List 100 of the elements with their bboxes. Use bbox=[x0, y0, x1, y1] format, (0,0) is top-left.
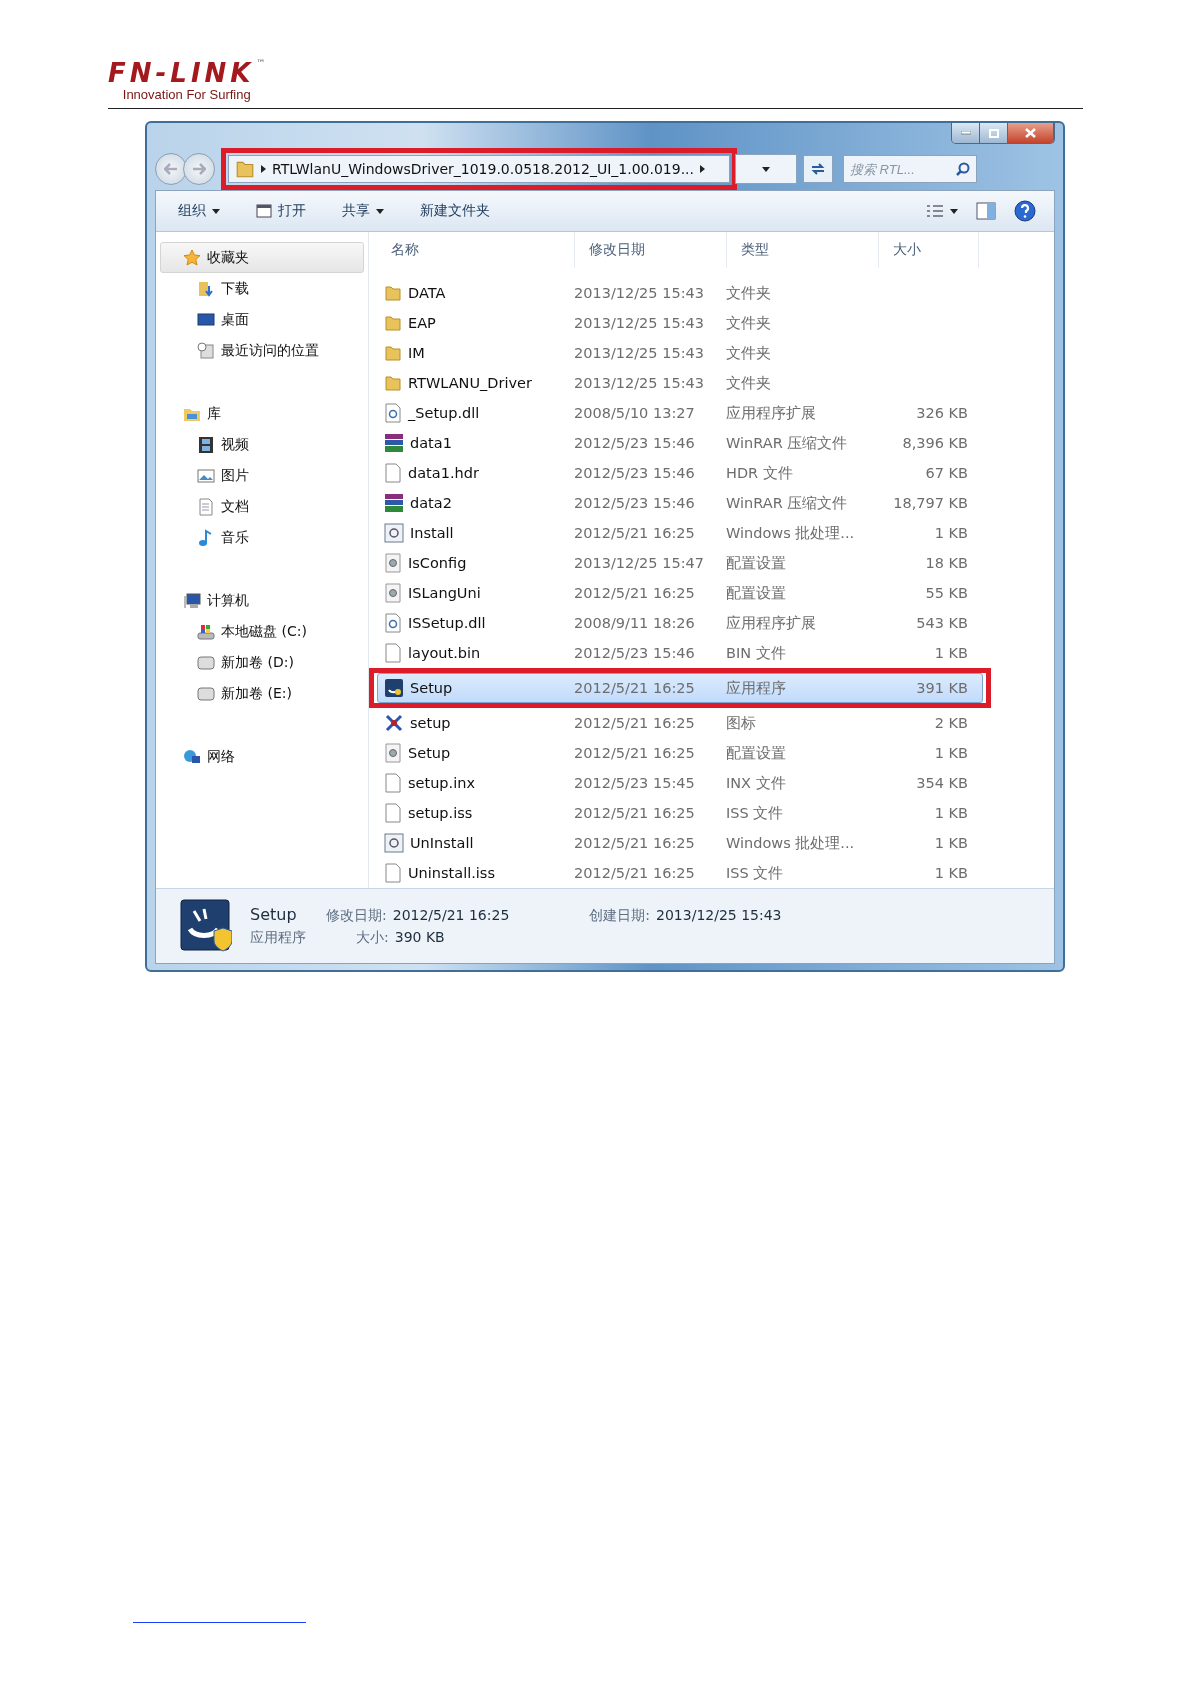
close-button[interactable] bbox=[1008, 123, 1054, 143]
type-cell-text: Windows 批处理... bbox=[725, 833, 856, 853]
nav-item[interactable]: 图片 bbox=[160, 460, 364, 491]
nav-item[interactable]: 视频 bbox=[160, 429, 364, 460]
file-row[interactable]: data1 2012/5/23 15:46 WinRAR 压缩文件 8,396 KB bbox=[377, 428, 977, 458]
download-folder-icon bbox=[197, 279, 215, 298]
file-row[interactable]: IM 2013/12/25 15:43 文件夹 bbox=[377, 338, 977, 368]
type-cell-text: 图标 bbox=[725, 713, 757, 733]
column-header[interactable]: 名称 bbox=[377, 232, 575, 268]
nav-item[interactable]: 文档 bbox=[160, 491, 364, 522]
file-row[interactable]: EAP 2013/12/25 15:43 文件夹 bbox=[377, 308, 977, 338]
date-cell-text: 2012/5/23 15:45 bbox=[573, 775, 696, 791]
size-cell-text: 354 KB bbox=[915, 775, 969, 791]
date-cell-text: 2012/5/21 16:25 bbox=[573, 865, 696, 881]
type-cell-text: 配置设置 bbox=[725, 583, 787, 603]
nav-item[interactable]: 网络 bbox=[160, 741, 364, 772]
nav-item[interactable]: 收藏夹 bbox=[160, 242, 364, 273]
field-value: 2012/5/21 16:25 bbox=[392, 907, 510, 923]
refresh-button[interactable] bbox=[803, 155, 833, 183]
file-row[interactable]: ISSetup.dll 2008/9/11 18:26 应用程序扩展 543 KB bbox=[377, 608, 977, 638]
nav-item[interactable]: 计算机 bbox=[160, 585, 364, 616]
file-name: Setup bbox=[410, 680, 453, 696]
file-type: 应用程序 bbox=[250, 929, 306, 947]
file-icon bbox=[384, 803, 402, 823]
field-label: 大小: bbox=[356, 929, 389, 947]
size-cell-text: 543 KB bbox=[915, 615, 969, 631]
nav-item[interactable]: 新加卷 (E:) bbox=[160, 678, 364, 709]
file-row[interactable]: Setup 2012/5/21 16:25 配置设置 1 KB bbox=[377, 738, 977, 768]
size-cell-text: 391 KB bbox=[915, 680, 969, 696]
toolbar-button[interactable]: 打开 bbox=[252, 200, 310, 222]
date-cell-text: 2012/5/21 16:25 bbox=[573, 715, 696, 731]
address-bar[interactable]: RTLWlanU_WindowsDriver_1019.0.0518.2012_UI_1.00.019... bbox=[228, 155, 730, 183]
toolbar-button[interactable]: 共享 bbox=[338, 200, 388, 222]
installer-icon bbox=[384, 678, 404, 698]
file-name: data2 bbox=[410, 495, 452, 511]
toolbar-button[interactable]: 组织 bbox=[174, 200, 224, 222]
type-cell-text: ISS 文件 bbox=[725, 803, 785, 823]
file-row[interactable]: Setup 2012/5/21 16:25 应用程序 391 KB bbox=[377, 673, 983, 703]
back-arrow-icon bbox=[164, 163, 178, 175]
file-name: setup.iss bbox=[408, 805, 473, 821]
file-row[interactable]: DATA 2013/12/25 15:43 文件夹 bbox=[377, 278, 977, 308]
file-row[interactable]: data2 2012/5/23 15:46 WinRAR 压缩文件 18,797 KB bbox=[377, 488, 977, 518]
file-icon bbox=[384, 463, 402, 483]
file-row[interactable]: Install 2012/5/21 16:25 Windows 批处理... 1 KB bbox=[377, 518, 977, 548]
pane-icon bbox=[976, 202, 996, 220]
nav-item[interactable]: 桌面 bbox=[160, 304, 364, 335]
file-row[interactable]: ISLangUni 2012/5/21 16:25 配置设置 55 KB bbox=[377, 578, 977, 608]
maximize-button[interactable] bbox=[980, 123, 1008, 143]
computer-icon bbox=[183, 591, 201, 610]
caret-icon bbox=[376, 208, 384, 214]
file-row[interactable]: setup.inx 2012/5/23 15:45 INX 文件 354 KB bbox=[377, 768, 977, 798]
gear-file-icon bbox=[384, 583, 402, 603]
film-icon bbox=[197, 435, 215, 454]
size-cell-text: 1 KB bbox=[933, 645, 969, 661]
column-header[interactable]: 类型 bbox=[727, 232, 879, 268]
nav-item[interactable]: 新加卷 (D:) bbox=[160, 647, 364, 678]
logo: FN-LINK bbox=[108, 58, 255, 88]
type-cell-text: 文件夹 bbox=[725, 373, 772, 393]
folder-icon bbox=[235, 159, 255, 179]
column-header[interactable]: 修改日期 bbox=[575, 232, 727, 268]
system-drive-icon bbox=[197, 622, 215, 641]
nav-item[interactable]: 库 bbox=[160, 398, 364, 429]
nav-item[interactable]: 下载 bbox=[160, 273, 364, 304]
file-row[interactable]: IsConfig 2013/12/25 15:47 配置设置 18 KB bbox=[377, 548, 977, 578]
preview-pane-button[interactable] bbox=[976, 202, 996, 220]
type-cell-text: 文件夹 bbox=[725, 343, 772, 363]
help-button[interactable] bbox=[1014, 200, 1036, 222]
column-header[interactable]: 大小 bbox=[879, 232, 979, 268]
nav-item[interactable]: 音乐 bbox=[160, 522, 364, 553]
date-cell-text: 2013/12/25 15:43 bbox=[573, 315, 705, 331]
size-cell-text: 1 KB bbox=[933, 865, 969, 881]
file-row[interactable]: _Setup.dll 2008/5/10 13:27 应用程序扩展 326 KB bbox=[377, 398, 977, 428]
toolbar-button[interactable]: 新建文件夹 bbox=[416, 200, 494, 222]
view-options-button[interactable] bbox=[926, 204, 958, 218]
file-row[interactable]: RTWLANU_Driver 2013/12/25 15:43 文件夹 bbox=[377, 368, 977, 398]
file-row[interactable]: setup.iss 2012/5/21 16:25 ISS 文件 1 KB bbox=[377, 798, 977, 828]
minimize-icon bbox=[960, 131, 971, 135]
file-name: UnInstall bbox=[410, 835, 474, 851]
star-icon bbox=[183, 248, 201, 267]
trademark: ™ bbox=[256, 58, 266, 68]
file-row[interactable]: Uninstall.iss 2012/5/21 16:25 ISS 文件 1 KB bbox=[377, 858, 977, 888]
tools-icon bbox=[384, 713, 404, 733]
nav-item[interactable]: 本地磁盘 (C:) bbox=[160, 616, 364, 647]
minimize-button[interactable] bbox=[952, 123, 980, 143]
file-row[interactable]: setup 2012/5/21 16:25 图标 2 KB bbox=[377, 708, 977, 738]
date-cell-text: 2012/5/23 15:46 bbox=[573, 465, 696, 481]
file-name: Uninstall.iss bbox=[408, 865, 495, 881]
forward-arrow-icon bbox=[192, 163, 206, 175]
file-row[interactable]: UnInstall 2012/5/21 16:25 Windows 批处理... 1 KB bbox=[377, 828, 977, 858]
caret-icon bbox=[950, 208, 958, 214]
nav-item[interactable]: 最近访问的位置 bbox=[160, 335, 364, 366]
date-cell-text: 2012/5/21 16:25 bbox=[573, 585, 696, 601]
help-icon bbox=[1014, 200, 1036, 222]
date-cell-text: 2013/12/25 15:43 bbox=[573, 345, 705, 361]
gear-file-icon bbox=[384, 403, 402, 423]
file-row[interactable]: layout.bin 2012/5/23 15:46 BIN 文件 1 KB bbox=[377, 638, 977, 668]
file-row[interactable]: data1.hdr 2012/5/23 15:46 HDR 文件 67 KB bbox=[377, 458, 977, 488]
file-name: data1.hdr bbox=[408, 465, 479, 481]
size-cell-text: 1 KB bbox=[933, 805, 969, 821]
refresh-icon bbox=[810, 162, 826, 176]
